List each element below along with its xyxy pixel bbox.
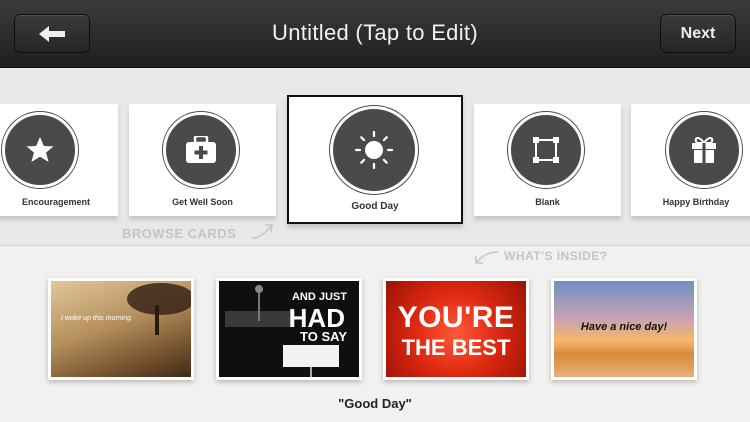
preview-text: TO SAY: [300, 329, 347, 344]
card-label: Encouragement: [21, 197, 90, 207]
star-icon: [2, 112, 78, 188]
card-label: Blank: [535, 197, 560, 207]
card-happy-birthday[interactable]: Happy Birthday: [631, 104, 750, 216]
card-encouragement[interactable]: Encouragement: [0, 104, 118, 216]
card-label: Good Day: [351, 201, 399, 212]
card-good-day[interactable]: Good Day: [287, 95, 463, 224]
blank-frame-icon: [508, 112, 584, 188]
preview-card[interactable]: Have a nice day!: [551, 278, 697, 380]
browse-cards-hint: BROWSE CARDS: [122, 226, 237, 241]
card-label: Happy Birthday: [662, 197, 730, 207]
card-get-well-soon[interactable]: Get Well Soon: [129, 104, 276, 216]
preview-text: YOU'RE: [397, 301, 515, 334]
top-bar: Untitled (Tap to Edit) Next: [0, 0, 750, 68]
card-label: Get Well Soon: [172, 197, 233, 207]
curved-arrow-icon: [475, 251, 499, 264]
preview-card[interactable]: AND JUST HAD TO SAY: [216, 278, 362, 380]
preview-text: AND JUST: [291, 291, 347, 303]
whats-inside-hint: WHAT'S INSIDE?: [504, 249, 608, 263]
curved-arrow-icon: [251, 224, 273, 239]
gift-icon: [666, 112, 742, 188]
next-button[interactable]: Next: [660, 14, 736, 53]
preview-text: I woke up this morning: [61, 315, 132, 322]
preview-text: THE BEST: [401, 335, 511, 360]
divider: [0, 245, 750, 246]
selected-card-caption: "Good Day": [338, 396, 412, 411]
card-blank[interactable]: Blank: [474, 104, 621, 216]
sun-icon: [330, 106, 418, 194]
preview-text: Have a nice day!: [580, 321, 668, 333]
card-type-strip: Encouragement Get Well Soon Good Day Bla…: [0, 68, 750, 246]
preview-card[interactable]: I woke up this morning: [48, 278, 194, 380]
preview-card[interactable]: YOU'RE THE BEST: [383, 278, 529, 380]
first-aid-kit-icon: [163, 112, 239, 188]
tree-silhouette-image: [127, 283, 191, 335]
card-title[interactable]: Untitled (Tap to Edit): [0, 20, 750, 46]
